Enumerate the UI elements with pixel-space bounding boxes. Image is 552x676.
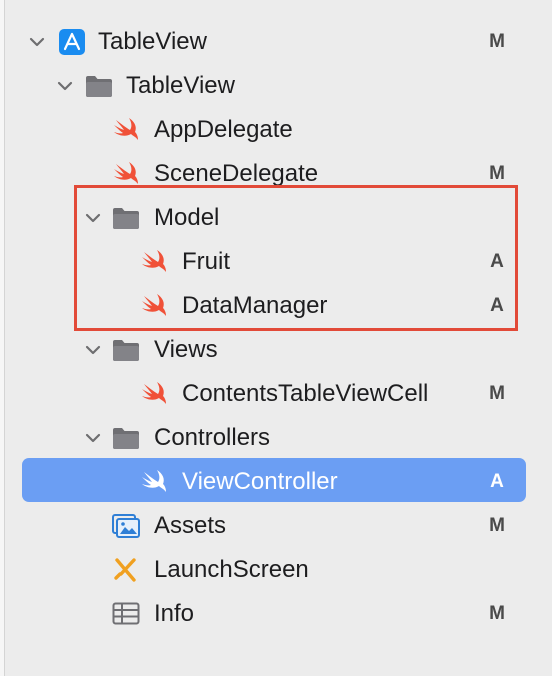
project-row[interactable]: TableView M	[0, 20, 552, 64]
file-label: Info	[154, 600, 195, 627]
file-label: Assets	[154, 512, 227, 539]
swift-file-icon	[114, 162, 138, 184]
chevron-down-icon[interactable]	[84, 341, 102, 359]
status-badge: M	[489, 603, 505, 624]
group-controllers-row[interactable]: Controllers	[0, 416, 552, 460]
folder-icon	[86, 76, 112, 97]
group-label: Views	[154, 336, 218, 363]
file-label: LaunchScreen	[154, 556, 309, 583]
status-badge: M	[489, 31, 505, 52]
file-row-appdelegate[interactable]: AppDelegate	[0, 108, 552, 152]
plist-icon	[112, 602, 140, 625]
status-badge: M	[489, 383, 505, 404]
file-row-contentstableviewcell[interactable]: ContentsTableViewCell M	[0, 372, 552, 416]
file-label: ViewController	[182, 468, 338, 495]
swift-file-icon	[114, 118, 138, 140]
status-badge: M	[489, 515, 505, 536]
annotation-box	[74, 185, 518, 331]
group-label: TableView	[126, 72, 235, 99]
file-label: AppDelegate	[154, 116, 293, 143]
group-tableview-row[interactable]: TableView	[0, 64, 552, 108]
status-badge: A	[490, 471, 504, 492]
chevron-down-icon[interactable]	[56, 77, 74, 95]
file-row-info[interactable]: Info M	[0, 592, 552, 636]
file-label: ContentsTableViewCell	[182, 380, 429, 407]
file-label: SceneDelegate	[154, 160, 319, 187]
xcode-project-icon	[59, 29, 85, 55]
asset-catalog-icon	[112, 514, 140, 538]
file-row-launchscreen[interactable]: LaunchScreen	[0, 548, 552, 592]
group-label: Controllers	[154, 424, 271, 451]
file-row-assets[interactable]: Assets M	[0, 504, 552, 548]
chevron-down-icon[interactable]	[84, 429, 102, 447]
folder-icon	[113, 340, 139, 361]
group-views-row[interactable]: Views	[0, 328, 552, 372]
swift-file-icon	[142, 470, 166, 492]
swift-file-icon	[142, 382, 166, 404]
status-badge: M	[489, 163, 505, 184]
file-row-viewcontroller[interactable]: ViewController A	[0, 460, 552, 504]
project-label: TableView	[98, 28, 207, 55]
storyboard-icon	[114, 558, 136, 582]
folder-icon	[113, 428, 139, 449]
chevron-down-icon[interactable]	[28, 33, 46, 51]
